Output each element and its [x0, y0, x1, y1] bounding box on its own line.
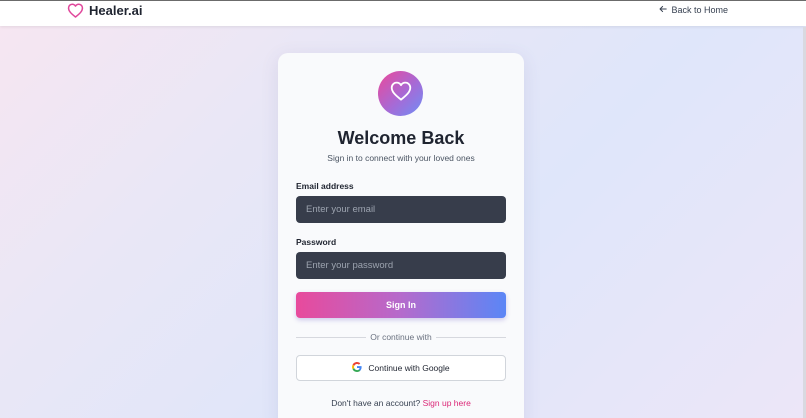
- heart-icon: [390, 81, 412, 106]
- app-logo: [378, 71, 423, 116]
- brand-name: Healer.ai: [89, 2, 143, 18]
- divider-line-right: [436, 337, 506, 338]
- google-signin-label: Continue with Google: [368, 363, 450, 373]
- signup-prompt-text: Don't have an account?: [331, 398, 421, 408]
- arrow-left-icon: [659, 5, 668, 15]
- google-signin-button[interactable]: Continue with Google: [296, 355, 506, 381]
- sign-in-button[interactable]: Sign In: [296, 292, 506, 318]
- back-to-home-label: Back to Home: [671, 5, 728, 15]
- password-input[interactable]: [296, 252, 506, 279]
- top-navbar: Healer.ai Back to Home: [0, 0, 806, 26]
- brand-logo[interactable]: Healer.ai: [67, 1, 143, 19]
- page-title: Welcome Back: [337, 128, 465, 148]
- or-divider: Or continue with: [296, 332, 506, 342]
- login-card: Welcome Back Sign in to connect with you…: [278, 53, 524, 418]
- back-to-home-link[interactable]: Back to Home: [659, 3, 728, 17]
- page-subtitle: Sign in to connect with your loved ones: [327, 153, 475, 163]
- password-label: Password: [296, 237, 337, 247]
- email-input[interactable]: [296, 196, 506, 223]
- sign-up-link[interactable]: Sign up here: [423, 398, 471, 408]
- signup-prompt: Don't have an account? Sign up here: [278, 398, 524, 408]
- google-icon: [352, 362, 362, 374]
- heart-icon: [67, 2, 84, 18]
- email-label: Email address: [296, 181, 354, 191]
